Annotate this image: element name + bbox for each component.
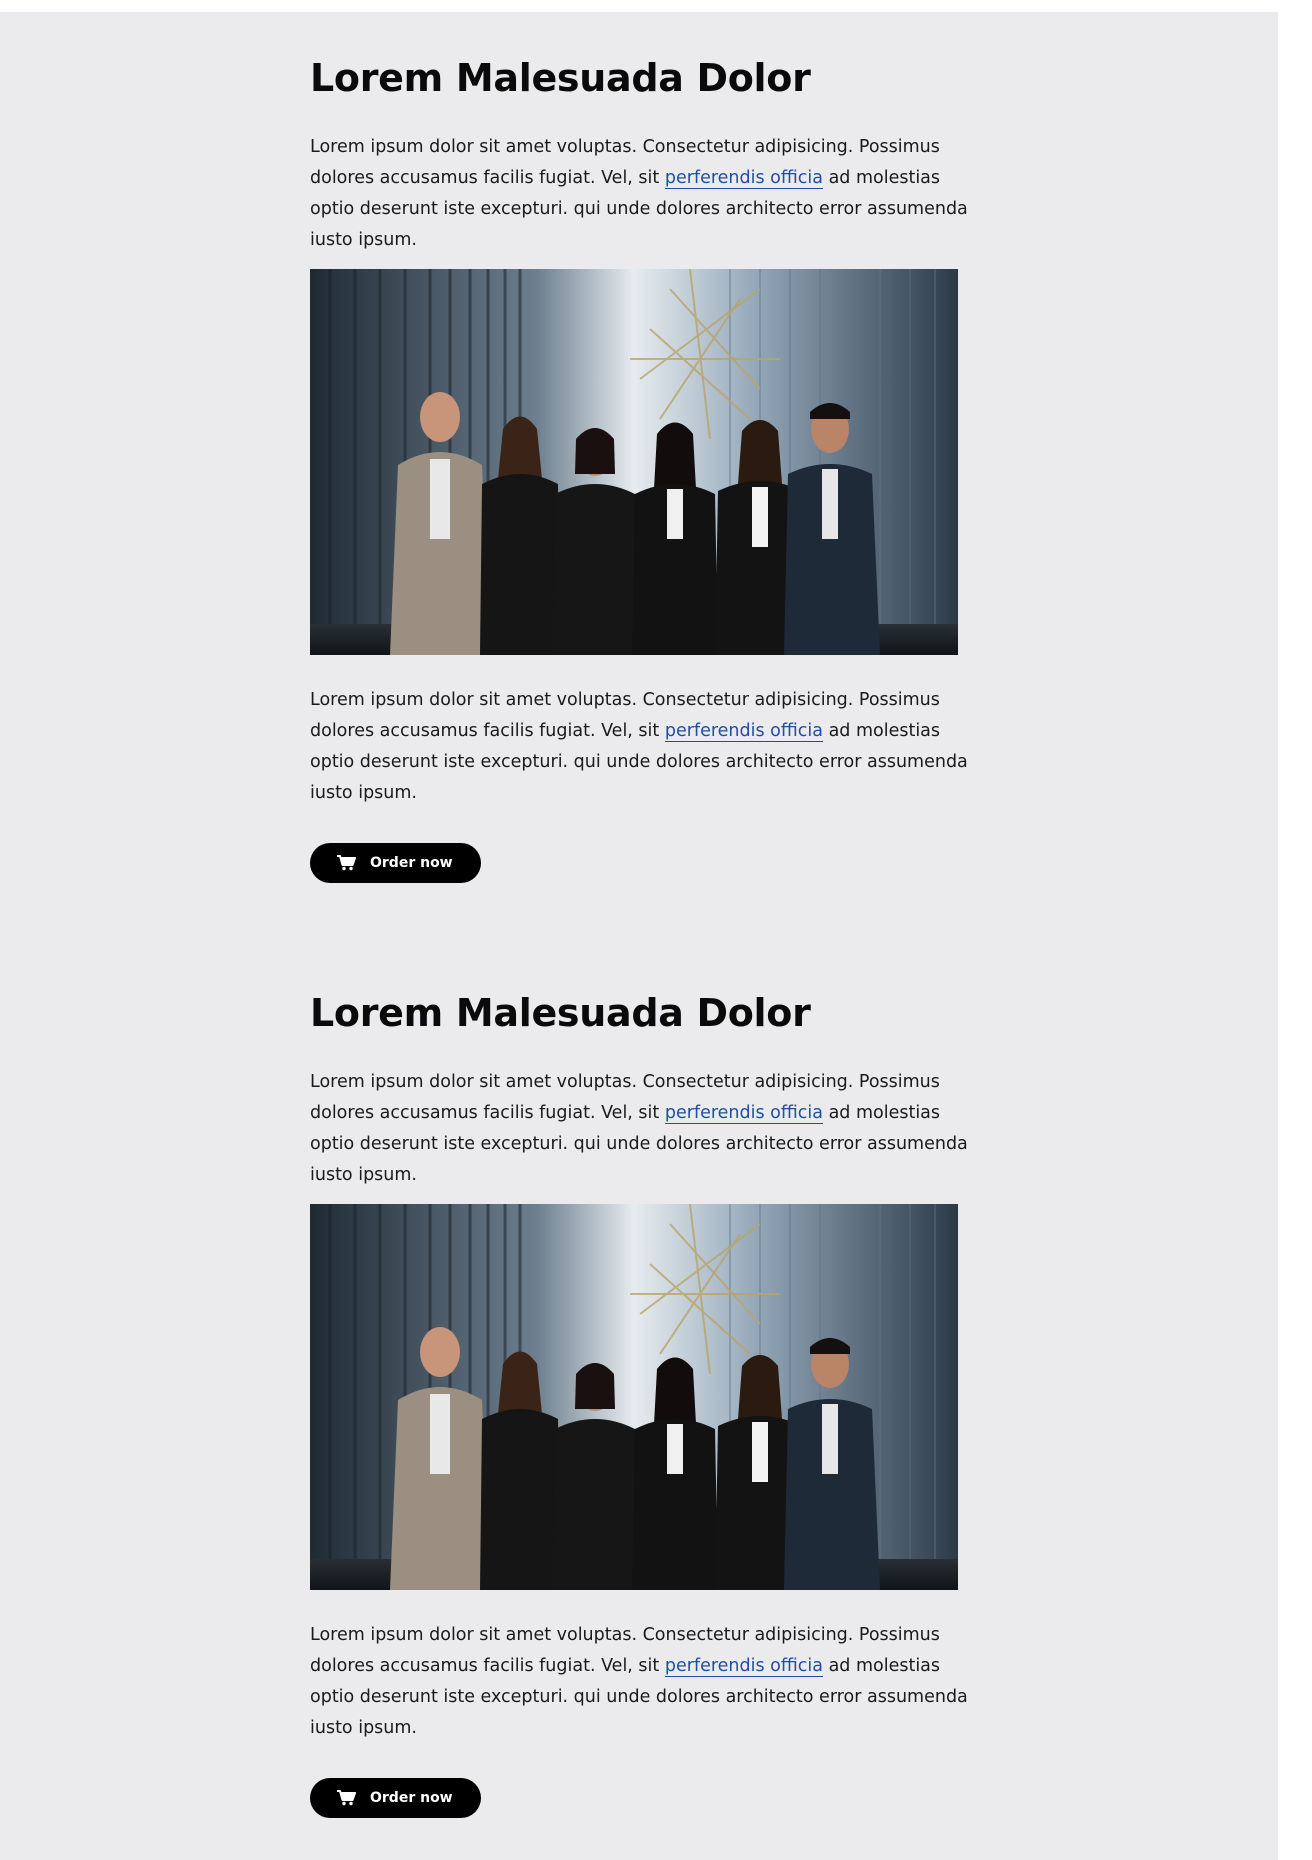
article-title: Lorem Malesuada Dolor (310, 56, 811, 100)
article-body-paragraph: Lorem ipsum dolor sit amet voluptas. Con… (310, 685, 970, 809)
perferendis-officia-link[interactable]: perferendis officia (664, 1103, 823, 1124)
article-title: Lorem Malesuada Dolor (310, 991, 811, 1035)
article-body-paragraph: Lorem ipsum dolor sit amet voluptas. Con… (310, 1620, 970, 1744)
article-intro-paragraph: Lorem ipsum dolor sit amet voluptas. Con… (310, 1067, 970, 1191)
cart-icon (337, 855, 356, 871)
order-now-label: Order now (370, 855, 453, 871)
team-photo (310, 269, 958, 655)
article-intro-paragraph: Lorem ipsum dolor sit amet voluptas. Con… (310, 132, 970, 256)
order-now-button[interactable]: Order now (310, 843, 481, 883)
article-2: Lorem Malesuada Dolor Lorem ipsum dolor … (310, 991, 968, 1818)
cart-icon (337, 1790, 356, 1806)
perferendis-officia-link[interactable]: perferendis officia (664, 168, 823, 189)
perferendis-officia-link[interactable]: perferendis officia (664, 1656, 823, 1677)
perferendis-officia-link[interactable]: perferendis officia (664, 721, 823, 742)
article-1: Lorem Malesuada Dolor Lorem ipsum dolor … (310, 56, 968, 883)
order-now-label: Order now (370, 1790, 453, 1806)
team-photo (310, 1204, 958, 1590)
order-now-button[interactable]: Order now (310, 1778, 481, 1818)
